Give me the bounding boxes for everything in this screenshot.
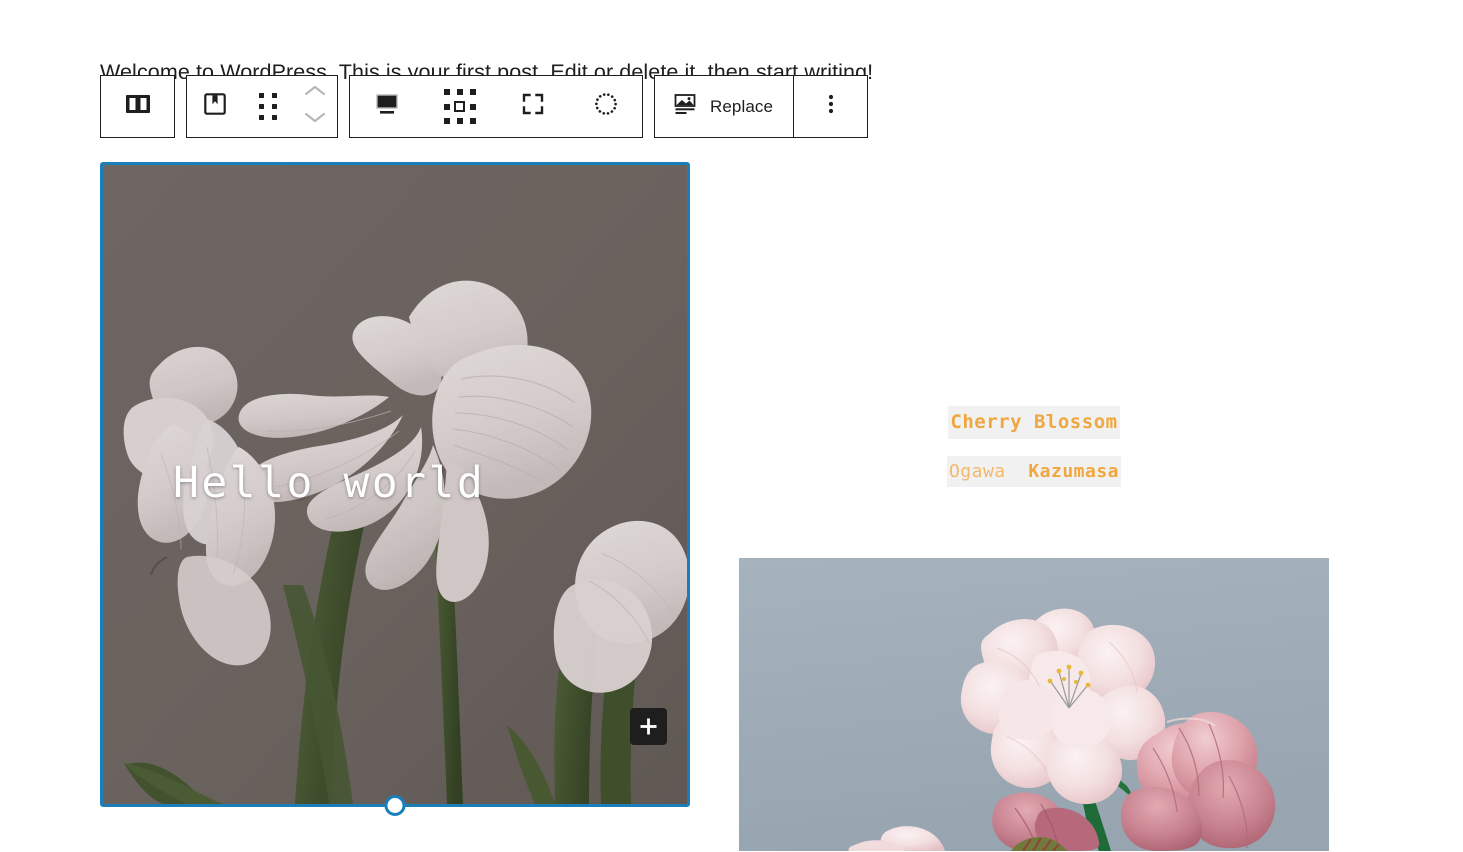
caption-title[interactable]: Cherry Blossom [948, 406, 1120, 439]
toolbar-group-media [349, 75, 643, 138]
toolbar-group-actions: Replace [654, 75, 869, 138]
grid-layout-button[interactable] [423, 76, 496, 137]
focal-point-button[interactable] [569, 76, 642, 137]
toolbar-group-parent [100, 75, 175, 138]
block-toolbar: Replace [100, 75, 869, 138]
more-options-button[interactable] [794, 76, 867, 137]
cover-title-text[interactable]: Hello world [173, 458, 485, 508]
media-and-text-icon [125, 94, 151, 119]
block-movers [292, 76, 337, 137]
select-parent-block-button[interactable] [101, 76, 174, 137]
replace-image-icon [673, 92, 697, 121]
drag-dots-icon [258, 93, 277, 120]
cover-resize-handle[interactable] [384, 795, 406, 816]
caption-author-first: Ogawa [948, 460, 1006, 482]
drag-handle-button[interactable] [243, 76, 292, 137]
editor-canvas: Welcome to WordPress. This is your first… [0, 0, 1463, 852]
toolbar-group-block [186, 75, 338, 138]
dotted-circle-icon [593, 91, 619, 122]
replace-label: Replace [710, 96, 774, 116]
crop-fullscreen-icon [521, 92, 545, 121]
move-down-button[interactable] [304, 111, 326, 129]
cover-block-icon [203, 92, 227, 121]
cherry-blossom-photograph [739, 558, 1329, 851]
grid-dots-icon [443, 89, 476, 124]
vertical-ellipsis-icon [828, 92, 834, 121]
change-alignment-button[interactable] [350, 76, 423, 137]
block-appender-button[interactable] [630, 708, 667, 745]
image-caption-group: Cherry Blossom Ogawa Kazumasa [739, 162, 1329, 487]
plus-icon [640, 718, 657, 735]
caption-author[interactable]: Ogawa Kazumasa [946, 455, 1122, 487]
caption-author-last: Kazumasa [1028, 460, 1120, 482]
cherry-blossom-image[interactable] [739, 558, 1329, 851]
align-wide-icon [374, 93, 400, 120]
cover-block[interactable]: Hello world [100, 162, 690, 816]
replace-button[interactable]: Replace [655, 76, 793, 137]
move-up-button[interactable] [304, 84, 326, 102]
block-type-button[interactable] [187, 76, 243, 137]
crop-button[interactable] [496, 76, 569, 137]
